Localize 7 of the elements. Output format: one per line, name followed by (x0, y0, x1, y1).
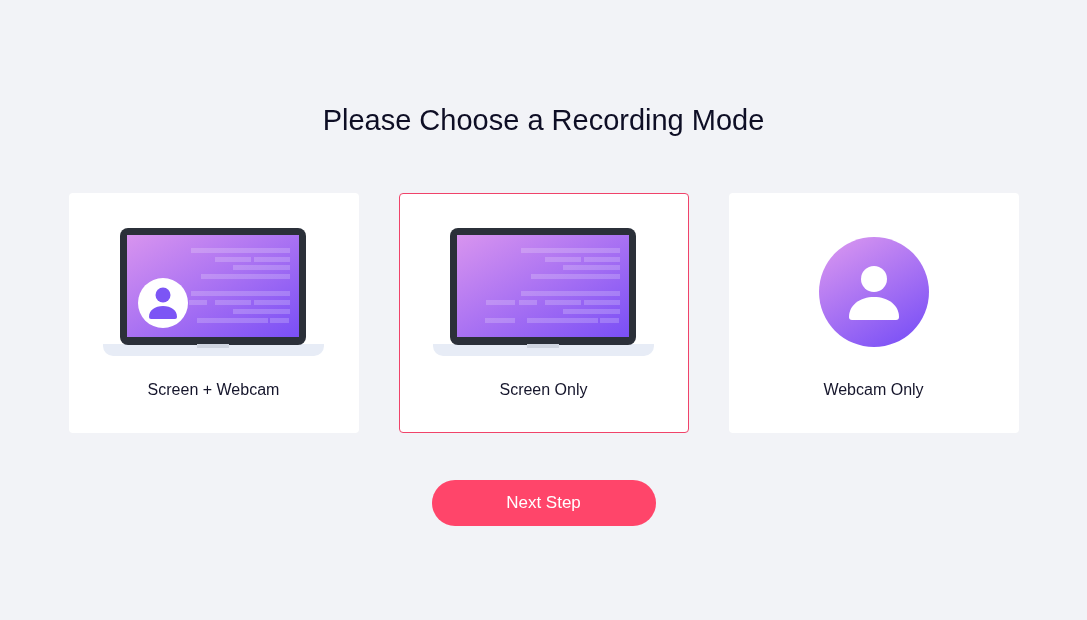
recording-mode-card[interactable]: Webcam Only (728, 193, 1019, 433)
recording-mode-card[interactable]: Screen Only (398, 193, 689, 433)
mode-label: Screen + Webcam (147, 380, 280, 400)
mode-label: Webcam Only (823, 380, 924, 400)
recording-mode-card[interactable]: Screen + Webcam (68, 193, 359, 433)
page-title: Please Choose a Recording Mode (322, 103, 765, 138)
mode-label: Screen Only (499, 380, 588, 400)
